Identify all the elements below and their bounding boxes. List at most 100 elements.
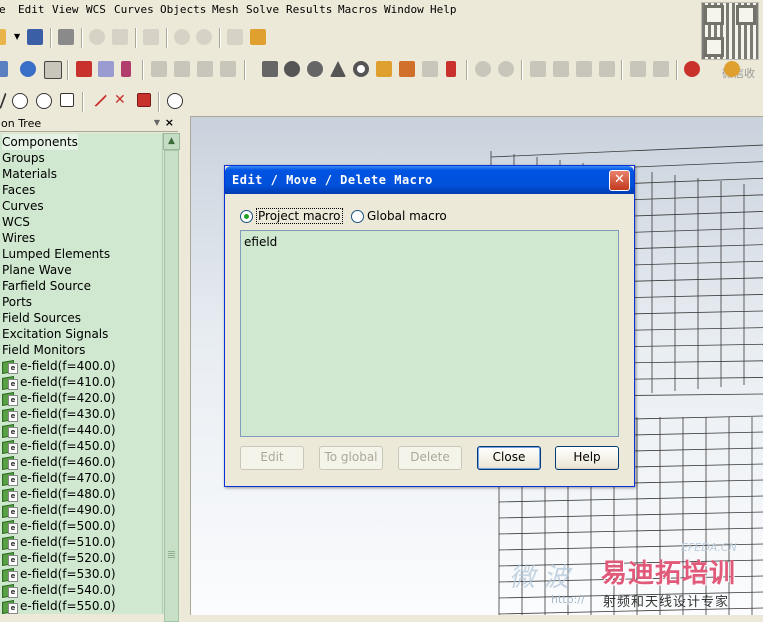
cylinder-icon[interactable] [307, 61, 323, 77]
menu-curves[interactable]: Curves [114, 3, 154, 16]
globe-icon[interactable] [20, 61, 36, 77]
tree-item-folder[interactable]: Excitation Signals [2, 326, 108, 342]
tree-item-monitor[interactable]: e e-field(f=500.0) [2, 518, 116, 535]
stop-icon[interactable] [684, 61, 700, 77]
delete-button[interactable]: Delete [398, 446, 462, 470]
project-macro-radio[interactable]: Project macro [240, 208, 343, 224]
menu-edit[interactable]: Edit [18, 3, 45, 16]
properties-icon[interactable] [112, 29, 128, 45]
to-global-button[interactable]: To global [319, 446, 383, 470]
boolean-insert-icon[interactable] [553, 61, 569, 77]
pick-points-icon[interactable] [98, 61, 114, 77]
tree-item-folder[interactable]: Groups [2, 150, 45, 166]
brick-icon[interactable] [262, 61, 278, 77]
curve-line-icon[interactable] [88, 88, 108, 108]
chart-icon[interactable] [227, 29, 243, 45]
menu-window[interactable]: Window [384, 3, 424, 16]
export-icon[interactable] [250, 29, 266, 45]
book-icon[interactable] [76, 61, 92, 77]
tree-scrollbar[interactable]: ▲ [162, 133, 180, 622]
blend-icon[interactable] [576, 61, 592, 77]
print-icon[interactable] [58, 29, 74, 45]
menu-results[interactable]: Results [286, 3, 332, 16]
help-button[interactable]: Help [555, 446, 619, 470]
dropdown-arrow-icon[interactable]: ▼ [14, 32, 20, 48]
tree-item-folder[interactable]: WCS [2, 214, 30, 230]
tree-item-monitor[interactable]: e e-field(f=540.0) [2, 582, 116, 599]
window-icon[interactable] [44, 61, 62, 79]
pick-icon[interactable] [653, 61, 669, 77]
global-macro-radio[interactable]: Global macro [351, 208, 447, 224]
rotate-icon[interactable] [220, 61, 236, 77]
arc-icon[interactable] [60, 93, 74, 107]
tree-item-monitor[interactable]: e e-field(f=430.0) [2, 406, 116, 423]
tree-item-monitor[interactable]: e e-field(f=420.0) [2, 390, 116, 407]
pick-edge-icon[interactable] [121, 61, 131, 77]
tree-item-folder[interactable]: Wires [2, 230, 35, 246]
tree-item-monitor[interactable]: e e-field(f=470.0) [2, 470, 116, 487]
boolean-add-icon[interactable] [475, 61, 491, 77]
menu-macros[interactable]: Macros [338, 3, 378, 16]
tree-item-monitor[interactable]: e e-field(f=450.0) [2, 438, 116, 455]
tree-item-folder[interactable]: Farfield Source [2, 278, 91, 294]
macro-list[interactable]: efield [240, 230, 619, 437]
torus-icon[interactable] [353, 61, 369, 77]
macro-list-item[interactable]: efield [244, 235, 277, 249]
sphere-icon[interactable] [284, 61, 300, 77]
redo-icon[interactable] [196, 29, 212, 45]
panel-splitter[interactable] [180, 116, 190, 614]
rotate-profile-icon[interactable] [399, 61, 415, 77]
tree-item-monitor[interactable]: e e-field(f=530.0) [2, 566, 116, 583]
boolean-subtract-icon[interactable] [498, 61, 514, 77]
menu-objects[interactable]: Objects [160, 3, 206, 16]
tree-item-monitor[interactable]: e e-field(f=520.0) [2, 550, 116, 567]
radio-unselected-icon[interactable] [351, 209, 364, 223]
macro-run-icon[interactable] [724, 61, 740, 77]
loft-icon[interactable] [422, 61, 438, 77]
copy-icon[interactable] [143, 29, 159, 45]
scroll-up-icon[interactable]: ▲ [163, 133, 180, 150]
extrude-icon[interactable] [376, 61, 392, 77]
menu-solve[interactable]: Solve [246, 3, 279, 16]
edit-button[interactable]: Edit [240, 446, 304, 470]
tree-item-monitor[interactable]: e e-field(f=400.0) [2, 358, 116, 375]
tree-item-monitor[interactable]: e e-field(f=490.0) [2, 502, 116, 519]
local-wcs-icon[interactable] [630, 61, 646, 77]
menu-view[interactable]: View [52, 3, 79, 16]
radio-selected-icon[interactable] [240, 209, 253, 223]
tree-item-monitor[interactable]: e e-field(f=510.0) [2, 534, 116, 551]
menu-help[interactable]: Help [430, 3, 457, 16]
circle-point-icon[interactable] [12, 93, 28, 109]
cone-icon[interactable] [330, 61, 346, 77]
open-icon[interactable] [0, 29, 6, 45]
tree-dropdown-icon[interactable]: ▼ [154, 118, 160, 127]
dialog-close-button[interactable]: ✕ [609, 170, 630, 191]
tree-item-monitor[interactable]: e e-field(f=410.0) [2, 374, 116, 391]
tree-item-folder[interactable]: Faces [2, 182, 35, 198]
close-button[interactable]: Close [477, 446, 541, 470]
tree-item-folder[interactable]: Plane Wave [2, 262, 72, 278]
line-icon[interactable] [0, 93, 7, 109]
tree-item-folder[interactable]: Field Monitors [2, 342, 85, 358]
tree-item-folder[interactable]: Components [2, 134, 78, 150]
dialog-title-bar[interactable]: Edit / Move / Delete Macro ✕ [225, 166, 634, 194]
tree-item-folder[interactable]: Curves [2, 198, 44, 214]
view-icon[interactable] [0, 61, 8, 77]
tree-item-monitor[interactable]: e e-field(f=460.0) [2, 454, 116, 471]
undo-icon[interactable] [174, 29, 190, 45]
save-icon[interactable] [27, 29, 43, 45]
tree-item-folder[interactable]: Ports [2, 294, 32, 310]
menu-wcs[interactable]: WCS [86, 3, 106, 16]
bend-icon[interactable] [446, 61, 456, 77]
align-icon[interactable] [151, 61, 167, 77]
tree-close-button[interactable]: × [165, 116, 174, 129]
scroll-thumb[interactable] [164, 150, 179, 622]
info-icon[interactable] [89, 29, 105, 45]
tree-item-monitor[interactable]: e e-field(f=440.0) [2, 422, 116, 439]
transform-icon[interactable] [174, 61, 190, 77]
circle-icon[interactable] [36, 93, 52, 109]
no-entry-icon[interactable] [167, 93, 183, 109]
menu-mesh[interactable]: Mesh [212, 3, 239, 16]
tree-item-folder[interactable]: Field Sources [2, 310, 81, 326]
chamfer-icon[interactable] [599, 61, 615, 77]
